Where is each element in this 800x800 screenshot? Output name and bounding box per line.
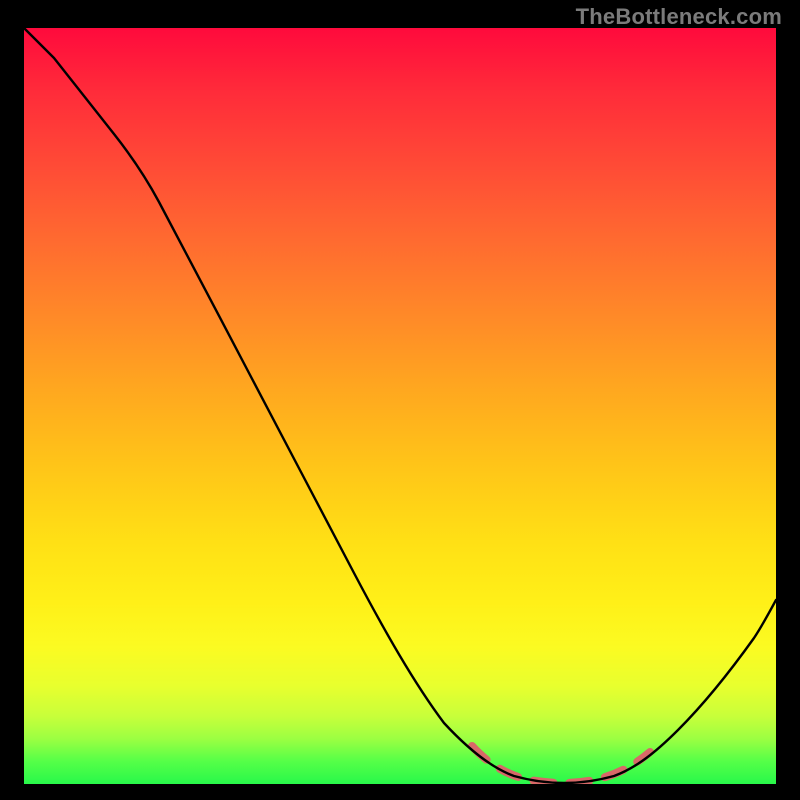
watermark-text: TheBottleneck.com — [576, 4, 782, 30]
bottleneck-curve — [24, 28, 776, 783]
chart-svg — [24, 28, 776, 784]
optimal-range-highlight — [472, 746, 650, 783]
plot-area — [24, 28, 776, 784]
chart-container: TheBottleneck.com — [0, 0, 800, 800]
